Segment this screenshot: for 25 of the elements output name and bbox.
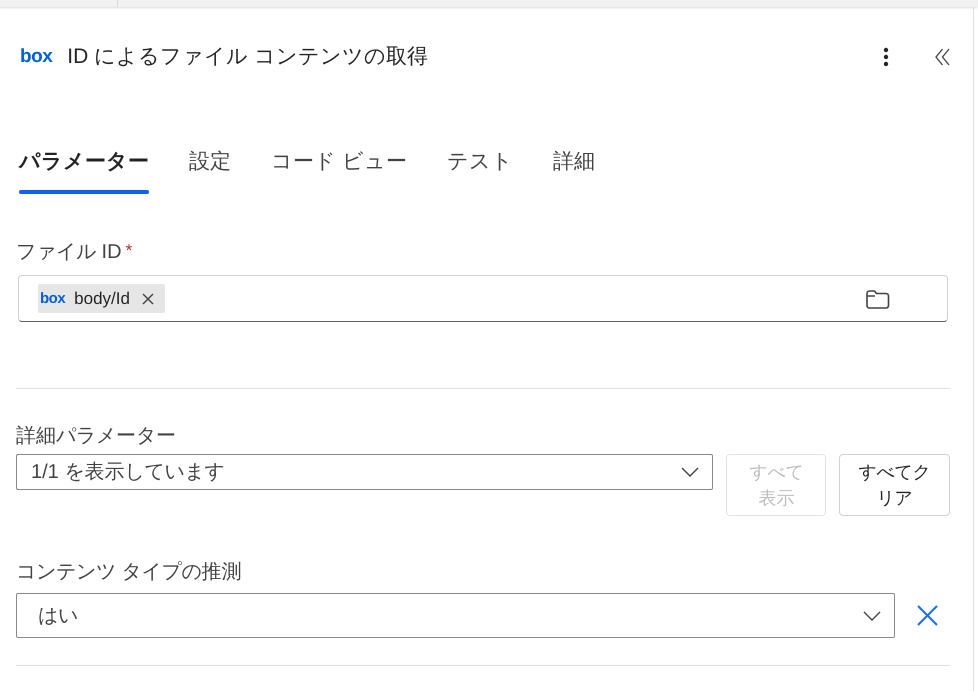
tab[interactable]: パラメーター: [19, 141, 149, 194]
parameter-dropdown[interactable]: 1/1 を表示しています: [16, 454, 714, 490]
tab[interactable]: 設定: [189, 141, 231, 194]
tab[interactable]: テスト: [446, 141, 513, 194]
folder-icon[interactable]: [865, 288, 891, 310]
service-logo: box: [20, 46, 52, 68]
token-chip[interactable]: box body/Id: [38, 284, 165, 313]
more-options-icon[interactable]: [883, 47, 889, 67]
section-label: 詳細パラメーター: [16, 424, 176, 449]
tab[interactable]: コード ビュー: [271, 141, 407, 194]
token-text: body/Id: [74, 288, 130, 310]
chevron-down-icon: [681, 467, 700, 477]
service-logo: box: [40, 290, 66, 308]
required-mark: *: [126, 240, 132, 262]
chevron-down-icon: [863, 610, 881, 620]
panel-title: ID によるファイル コンテンツの取得: [67, 44, 428, 70]
action-button[interactable]: すべてクリア: [839, 454, 950, 516]
tab[interactable]: 詳細: [552, 141, 595, 194]
collapse-icon[interactable]: [935, 48, 950, 66]
field-label: ファイル ID: [16, 240, 122, 265]
file-id-field[interactable]: box body/Id: [18, 275, 948, 322]
value-dropdown[interactable]: はい: [16, 593, 895, 638]
field-label: コンテンツ タイプの推測: [16, 560, 242, 585]
clear-icon[interactable]: [917, 605, 938, 626]
remove-icon[interactable]: [142, 292, 154, 304]
